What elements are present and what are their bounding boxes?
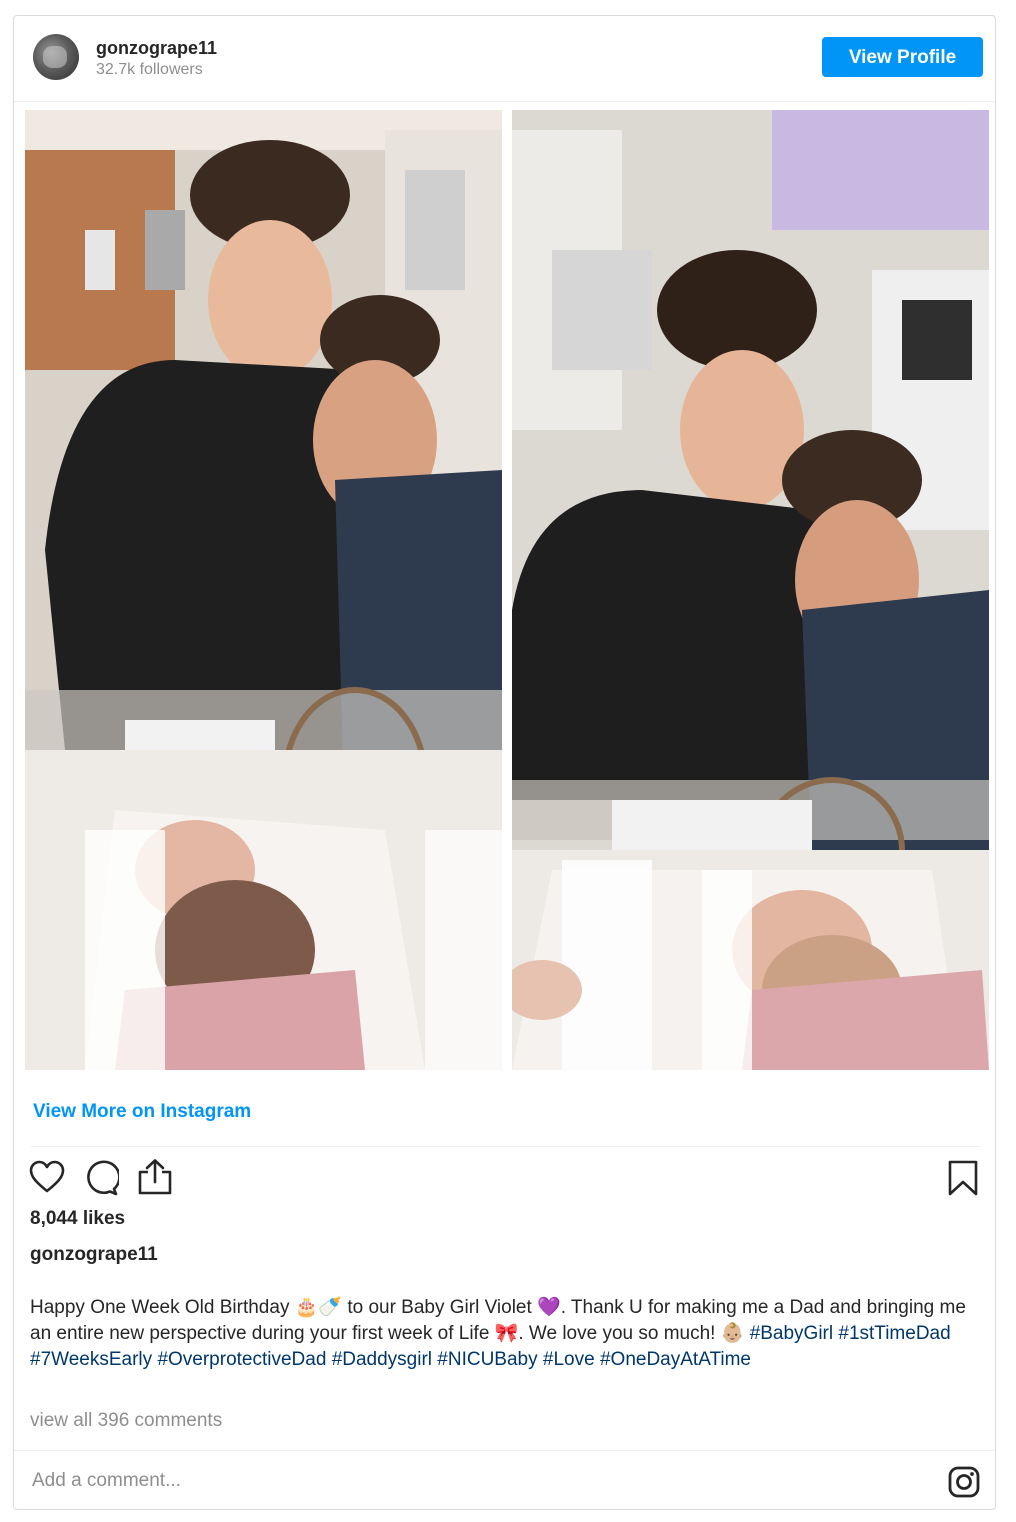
hashtag-link[interactable]: #7WeeksEarly	[30, 1349, 152, 1370]
view-profile-button[interactable]: View Profile	[822, 37, 983, 77]
instagram-embed-card: gonzogrape11 32.7k followers View Profil…	[13, 15, 996, 1510]
heart-icon[interactable]	[29, 1160, 65, 1194]
header-username[interactable]: gonzogrape11	[96, 38, 217, 59]
post-caption: Happy One Week Old Birthday 🎂🍼 to our Ba…	[30, 1295, 985, 1373]
comment-bar	[14, 1450, 995, 1512]
hashtag-link[interactable]: #OneDayAtATime	[600, 1349, 751, 1370]
bookmark-icon[interactable]	[947, 1160, 979, 1196]
share-icon[interactable]	[137, 1158, 173, 1196]
hashtag-link[interactable]: #Love	[543, 1349, 595, 1370]
follower-count: 32.7k followers	[96, 61, 203, 78]
post-photo-left[interactable]	[25, 110, 502, 1070]
instagram-logo-icon[interactable]	[948, 1466, 980, 1498]
post-photo-right[interactable]	[512, 110, 989, 1070]
hashtag-link[interactable]: #OverprotectiveDad	[157, 1349, 326, 1370]
photo-left-image	[25, 110, 502, 1070]
divider	[31, 1146, 981, 1147]
avatar[interactable]	[33, 34, 79, 80]
hashtag-link[interactable]: #1stTimeDad	[838, 1323, 950, 1344]
hashtag-link[interactable]: #NICUBaby	[437, 1349, 537, 1370]
view-more-link[interactable]: View More on Instagram	[33, 1101, 251, 1123]
view-comments-link[interactable]: view all 396 comments	[30, 1410, 222, 1432]
hashtag-link[interactable]: #BabyGirl	[750, 1323, 833, 1344]
hashtag-link[interactable]: #Daddysgirl	[332, 1349, 432, 1370]
caption-username[interactable]: gonzogrape11	[30, 1244, 158, 1266]
post-header: gonzogrape11 32.7k followers View Profil…	[14, 16, 995, 102]
comment-input[interactable]	[30, 1469, 834, 1493]
photo-right-image	[512, 110, 989, 1070]
like-count[interactable]: 8,044 likes	[30, 1208, 125, 1230]
comment-icon[interactable]	[83, 1160, 119, 1196]
